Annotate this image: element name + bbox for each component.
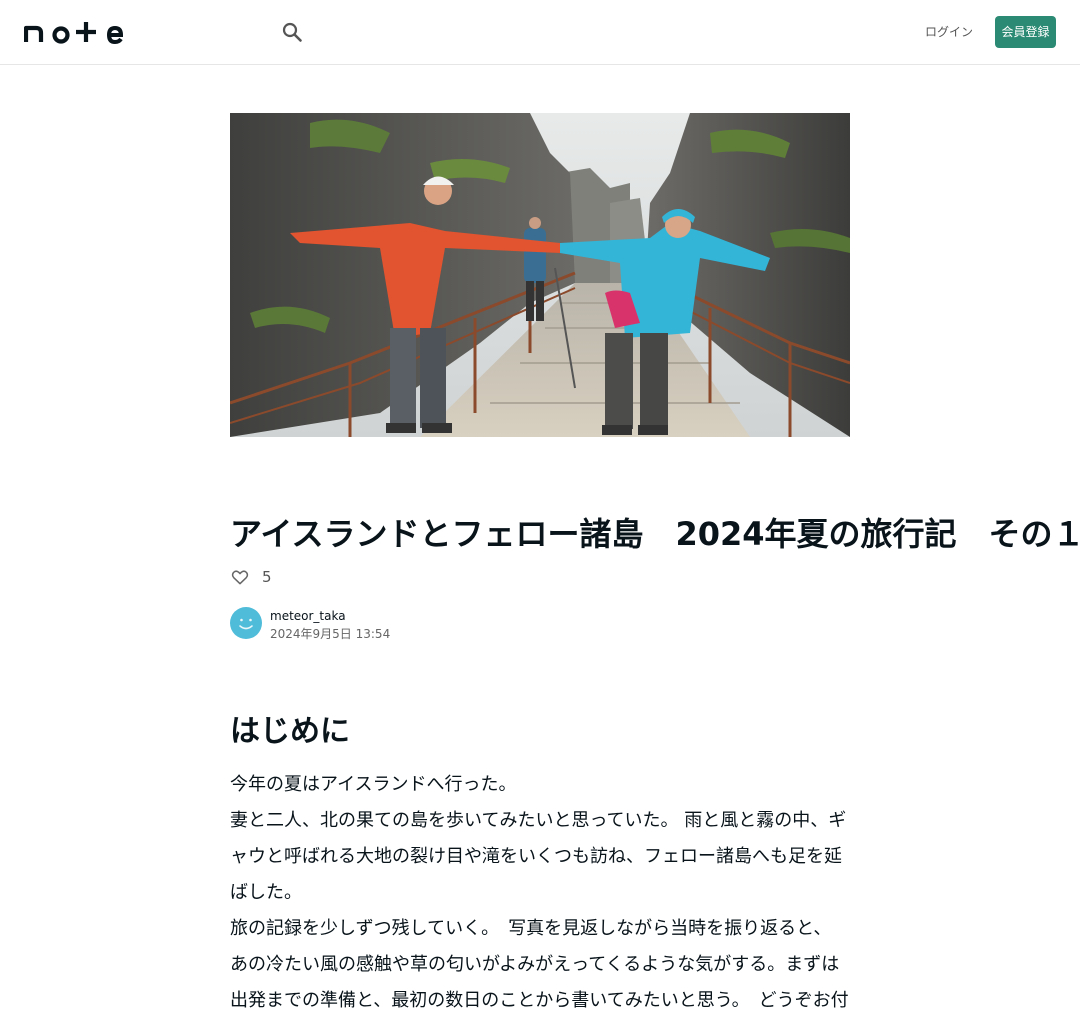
article-title: アイスランドとフェロー諸島 2024年夏の旅行記 その１ [230, 515, 1080, 553]
hero-image [230, 113, 850, 437]
login-link[interactable]: ログイン [920, 22, 978, 42]
site-header: ログイン 会員登録 [0, 0, 1080, 65]
paragraph-1-rest: 妻と二人、北の果ての島を歩いてみたいと思っていた。 雨と風と霧の中、ギャウと呼ば… [230, 810, 847, 903]
signup-button[interactable]: 会員登録 [995, 16, 1056, 48]
like-count: 5 [262, 568, 272, 586]
paragraph-1-line-1: 今年の夏はアイスランドへ行った。 [230, 774, 517, 795]
post-date: 2024年9月5日 13:54 [270, 627, 391, 641]
search-icon[interactable] [280, 20, 304, 44]
author-name[interactable]: meteor_taka [270, 608, 346, 624]
note-logo[interactable] [24, 20, 124, 44]
body-paragraph-2: 旅の記録を少しずつ残していく。 写真を見返しながら当時を振り返ると、 あの冷たい… [230, 918, 849, 1011]
avatar[interactable] [230, 607, 262, 639]
heart-icon[interactable] [230, 567, 250, 587]
body-paragraph-1: 今年の夏はアイスランドへ行った。 妻と二人、北の果ての島を歩いてみたいと思ってい… [230, 767, 852, 911]
section-heading: はじめに [230, 714, 350, 749]
like-area: 5 [230, 566, 272, 588]
